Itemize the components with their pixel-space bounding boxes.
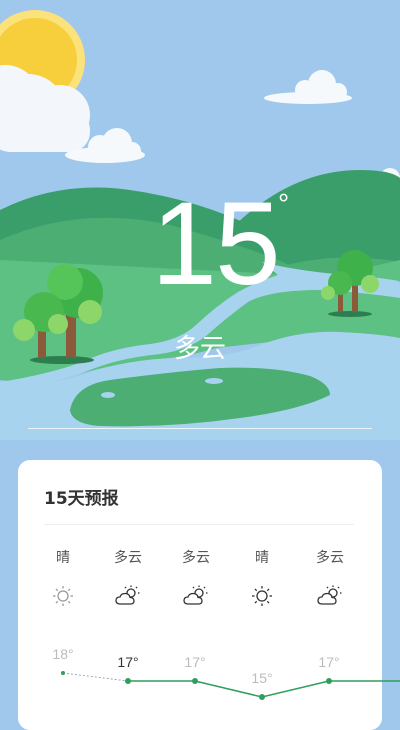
forecast-day[interactable]: 晴 xyxy=(232,548,292,608)
trend-line-past xyxy=(62,672,129,682)
trend-temp-label: 17° xyxy=(184,654,205,670)
forecast-day[interactable]: 晴 xyxy=(33,548,93,608)
partly-cloudy-icon xyxy=(316,584,344,608)
partly-cloudy-icon xyxy=(182,584,210,608)
trend-temp-label: 18° xyxy=(52,646,73,662)
divider xyxy=(28,428,372,429)
trend-point xyxy=(192,678,198,684)
temperature-trend-chart: 18° 17° 17° 15° 17° xyxy=(52,646,400,700)
trend-point xyxy=(259,694,265,700)
trend-temp-label: 17° xyxy=(117,654,138,670)
current-condition: 多云 xyxy=(173,334,226,364)
trend-point xyxy=(326,678,332,684)
forecast-condition: 晴 xyxy=(255,550,269,566)
sun-icon xyxy=(49,584,77,608)
forecast-condition: 多云 xyxy=(182,550,210,566)
trend-temp-label: 15° xyxy=(251,670,272,686)
forecast-title: 15天预报 xyxy=(44,489,119,509)
forecast-day[interactable]: 多云 xyxy=(98,548,158,608)
forecast-day[interactable]: 多云 xyxy=(166,548,226,608)
trend-point xyxy=(61,671,65,675)
forecast-condition: 多云 xyxy=(316,550,344,566)
partly-cloudy-icon xyxy=(114,584,142,608)
current-temperature: 15 xyxy=(151,178,280,310)
trend-point xyxy=(125,678,131,684)
forecast-day[interactable]: 多云 xyxy=(300,548,360,608)
trend-temp-label: 17° xyxy=(318,654,339,670)
sun-icon xyxy=(248,584,276,608)
card-separator xyxy=(44,524,354,525)
forecast-condition: 多云 xyxy=(114,550,142,566)
degree-symbol: ° xyxy=(278,188,290,219)
forecast-condition: 晴 xyxy=(56,550,70,566)
